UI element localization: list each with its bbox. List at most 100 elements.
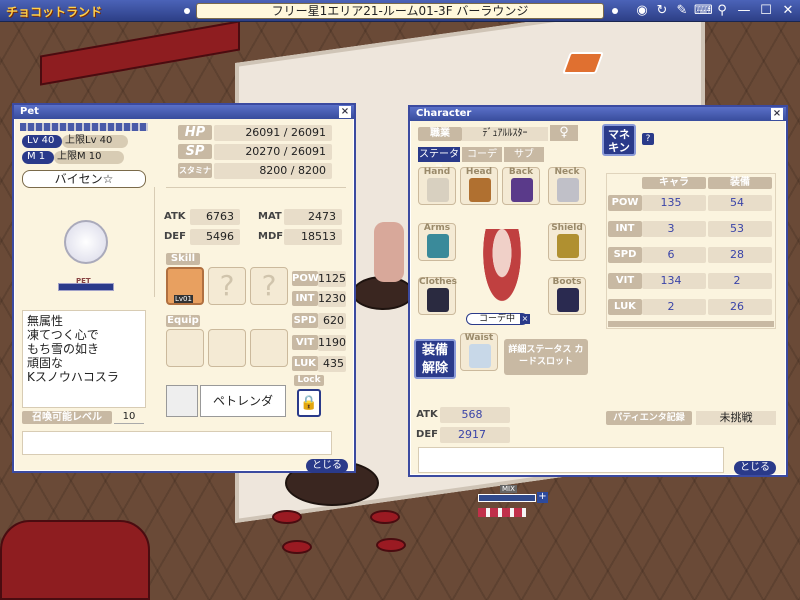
equip-slot-1[interactable] bbox=[166, 329, 204, 367]
equip-slot-hand[interactable]: Hand bbox=[418, 167, 456, 205]
equip-slot-head[interactable]: Head bbox=[460, 167, 498, 205]
pow-label: POW bbox=[292, 271, 319, 286]
stat-name: LUK bbox=[608, 299, 642, 315]
equip-slot-waist[interactable]: Waist bbox=[460, 333, 498, 371]
summon-level-label: 召喚可能レベル bbox=[22, 411, 112, 424]
card-slot-button[interactable]: 詳細ステータス カードスロット bbox=[504, 339, 588, 375]
tab-sub[interactable]: サブ bbox=[504, 147, 544, 162]
location-label: フリー星1エリア21-ルーム01-3F バーラウンジ bbox=[196, 3, 604, 19]
weapon-icon bbox=[427, 234, 449, 258]
equip-slot-shield[interactable]: Shield bbox=[548, 223, 586, 261]
stat-equip: 53 bbox=[708, 221, 772, 237]
unequip-button[interactable]: 装備解除 bbox=[414, 339, 456, 379]
bar-stool bbox=[272, 510, 302, 524]
stat-name: VIT bbox=[608, 273, 642, 289]
stamina-value: 8200 / 8200 bbox=[214, 163, 332, 179]
shield-icon bbox=[557, 234, 579, 258]
divider bbox=[166, 187, 346, 188]
minimize-icon[interactable]: — bbox=[736, 3, 752, 19]
mannequin-button[interactable]: マネキン bbox=[602, 124, 636, 156]
character-message-box bbox=[418, 447, 724, 473]
eye-icon[interactable]: ◉ bbox=[634, 3, 650, 19]
luk-value: 435 bbox=[318, 356, 346, 372]
stamina-label: スタミナ bbox=[178, 163, 212, 178]
desc-line: Kスノウハコスラ bbox=[27, 370, 119, 384]
character-window: Character × 職業 ﾃﾞｭｱﾙﾙｽﾀｰ ♀ ステータス コーデ サブ … bbox=[408, 105, 788, 477]
keyboard-icon[interactable]: ⌨ bbox=[694, 3, 713, 19]
slot-label: Shield bbox=[551, 223, 583, 233]
lock-icon[interactable]: 🔒 bbox=[297, 389, 321, 417]
pet-m-cap: 上限M 10 bbox=[54, 151, 124, 164]
player-nameplate: MIX bbox=[500, 485, 517, 493]
equip-slot-2[interactable] bbox=[208, 329, 246, 367]
party-record-label: パティエンタ記録 bbox=[606, 411, 692, 425]
plus-icon[interactable]: + bbox=[537, 492, 548, 503]
slot-label: Arms bbox=[423, 223, 451, 233]
equip-slot-neck[interactable]: Neck bbox=[548, 167, 586, 205]
pet-description: 無属性 凍てつく心で もち雪の如き 頑固な Kスノウハコスラ bbox=[22, 310, 146, 408]
equip-slot-clothes[interactable]: Clothes bbox=[418, 277, 457, 315]
equip-slot-arms[interactable]: Arms bbox=[418, 223, 456, 261]
pet-m: M 1 bbox=[22, 151, 54, 164]
def-value: 5496 bbox=[190, 229, 240, 245]
tab-coord[interactable]: コーデ bbox=[462, 147, 502, 162]
status-icons bbox=[478, 508, 526, 517]
spd-value: 620 bbox=[318, 313, 346, 329]
luk-label: LUK bbox=[292, 356, 318, 371]
tab-status[interactable]: ステータス bbox=[418, 147, 460, 175]
pet-window-title: Pet bbox=[14, 105, 354, 119]
equip-label: Equip bbox=[166, 315, 200, 327]
slot-label: Head bbox=[465, 167, 493, 177]
stat-equip: 54 bbox=[708, 195, 772, 211]
character-window-close-button[interactable]: とじる bbox=[734, 461, 776, 475]
skill-slot-2[interactable]: ? bbox=[208, 267, 246, 305]
pet-exp-bar bbox=[20, 123, 148, 131]
desc-line: 無属性 bbox=[27, 314, 64, 328]
slot-label: Boots bbox=[552, 277, 582, 287]
desc-line: 凍てつく心で bbox=[27, 328, 99, 342]
help-icon[interactable]: ? bbox=[642, 133, 654, 145]
stat-name: POW bbox=[608, 195, 642, 211]
stat-chara: 6 bbox=[642, 247, 706, 263]
coord-close-icon[interactable]: × bbox=[520, 314, 530, 324]
equip-slot-back[interactable]: Back bbox=[502, 167, 540, 205]
pow-value: 1125 bbox=[318, 271, 346, 287]
desc-line: 頑固な bbox=[27, 356, 64, 370]
divider bbox=[154, 187, 155, 297]
maximize-icon[interactable]: ☐ bbox=[758, 3, 774, 19]
slot-label: Waist bbox=[464, 333, 494, 343]
pet-rental-icon[interactable] bbox=[166, 385, 198, 417]
equip-slot-boots[interactable]: Boots bbox=[548, 277, 586, 315]
coord-active-label: コーデ中 bbox=[466, 313, 528, 325]
stat-equip: 2 bbox=[708, 273, 772, 289]
character-close-button[interactable]: × bbox=[771, 108, 783, 120]
pet-message-box bbox=[22, 431, 332, 455]
skill-slot-1[interactable]: Lv01 bbox=[166, 267, 204, 305]
char-def-label: DEF bbox=[416, 429, 438, 440]
int-value: 1230 bbox=[318, 291, 346, 307]
npc-character[interactable] bbox=[374, 222, 404, 282]
stat-name: INT bbox=[608, 221, 642, 237]
wrench-icon[interactable]: ✎ bbox=[674, 3, 690, 19]
pet-rental-button[interactable]: ペトレンダ bbox=[200, 385, 286, 417]
skill-label: Skill bbox=[166, 253, 200, 265]
stat-chara: 3 bbox=[642, 221, 706, 237]
gender-icon: ♀ bbox=[550, 125, 578, 141]
refresh-icon[interactable]: ↻ bbox=[654, 3, 670, 19]
search-icon[interactable]: ⚲ bbox=[714, 3, 730, 19]
stat-table-footer bbox=[608, 321, 774, 327]
lock-label: Lock bbox=[294, 375, 324, 386]
pet-close-button[interactable]: × bbox=[339, 106, 351, 118]
pet-window-close-button[interactable]: とじる bbox=[306, 459, 348, 473]
skill-slot-3[interactable]: ? bbox=[250, 267, 288, 305]
stat-chara: 2 bbox=[642, 299, 706, 315]
int-label: INT bbox=[292, 291, 318, 306]
belt-icon bbox=[469, 344, 491, 368]
bar-stool bbox=[376, 538, 406, 552]
hp-label: HP bbox=[178, 125, 212, 140]
pet-tag: PET bbox=[76, 277, 91, 285]
equip-slot-3[interactable] bbox=[250, 329, 288, 367]
player-hp-bar bbox=[478, 494, 536, 502]
close-icon[interactable]: ✕ bbox=[780, 3, 796, 19]
bar-stool bbox=[370, 510, 400, 524]
